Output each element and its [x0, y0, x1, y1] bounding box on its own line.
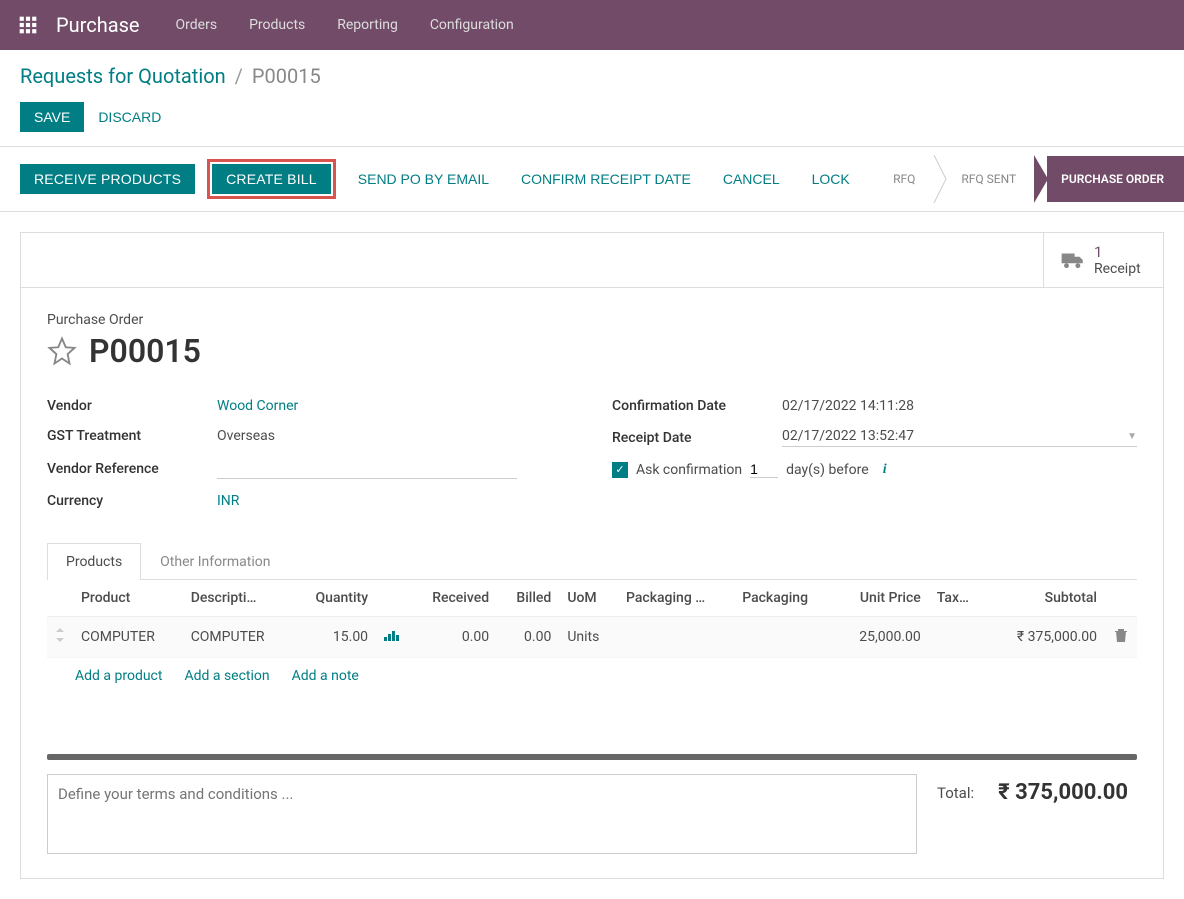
receipt-date-label: Receipt Date	[612, 430, 782, 446]
cancel-button[interactable]: CANCEL	[713, 164, 790, 194]
th-packaging[interactable]: Packaging	[734, 580, 834, 617]
gst-value[interactable]: Overseas	[217, 428, 572, 444]
gst-label: GST Treatment	[47, 428, 217, 444]
days-input[interactable]	[750, 461, 778, 478]
forecast-icon[interactable]	[376, 617, 408, 658]
breadcrumb-current: P00015	[252, 64, 321, 88]
discard-button[interactable]: DISCARD	[98, 109, 161, 125]
th-packaging-qty[interactable]: Packaging …	[618, 580, 734, 617]
receipt-label: Receipt	[1094, 261, 1141, 277]
th-uom[interactable]: UoM	[559, 580, 618, 617]
info-icon[interactable]: i	[877, 462, 893, 478]
vendor-value[interactable]: Wood Corner	[217, 398, 572, 414]
chevron-icon	[933, 155, 947, 203]
add-product-link[interactable]: Add a product	[75, 668, 162, 684]
cell-billed[interactable]: 0.00	[497, 617, 559, 658]
terms-input[interactable]	[47, 774, 917, 854]
save-button[interactable]: SAVE	[20, 102, 84, 132]
cell-pkg-qty[interactable]	[618, 617, 734, 658]
days-suffix: day(s) before	[786, 462, 869, 478]
th-received[interactable]: Received	[408, 580, 497, 617]
cell-subtotal: ₹ 375,000.00	[988, 617, 1105, 658]
cell-uom[interactable]: Units	[559, 617, 618, 658]
breadcrumb: Requests for Quotation / P00015	[0, 50, 1184, 96]
currency-value[interactable]: INR	[217, 493, 572, 509]
create-bill-button[interactable]: CREATE BILL	[212, 164, 331, 194]
form-sheet: 1 Receipt Purchase Order P00015 Vendor W…	[20, 232, 1164, 879]
cell-description[interactable]: COMPUTER	[183, 617, 293, 658]
th-taxes[interactable]: Tax…	[929, 580, 988, 617]
ask-confirmation-label: Ask confirmation	[636, 462, 742, 478]
cell-quantity[interactable]: 15.00	[292, 617, 376, 658]
currency-label: Currency	[47, 493, 217, 509]
status-purchase-order[interactable]: PURCHASE ORDER	[1047, 156, 1184, 202]
th-description[interactable]: Descripti…	[183, 580, 293, 617]
th-unit-price[interactable]: Unit Price	[834, 580, 929, 617]
status-rfq[interactable]: RFQ	[879, 156, 933, 202]
cell-product[interactable]: COMPUTER	[73, 617, 183, 658]
cell-unit-price[interactable]: 25,000.00	[834, 617, 929, 658]
truck-icon	[1060, 250, 1086, 270]
apps-icon[interactable]	[16, 13, 40, 37]
save-bar: SAVE DISCARD	[0, 96, 1184, 146]
receipt-date-value[interactable]: 02/17/2022 13:52:47	[782, 428, 914, 444]
nav-products[interactable]: Products	[249, 17, 305, 33]
table-row[interactable]: COMPUTER COMPUTER 15.00 0.00 0.00 Units …	[47, 617, 1137, 658]
cell-packaging[interactable]	[734, 617, 834, 658]
receive-products-button[interactable]: RECEIVE PRODUCTS	[20, 164, 195, 194]
delete-row-icon[interactable]	[1105, 617, 1137, 658]
app-brand: Purchase	[56, 13, 140, 37]
nav-reporting[interactable]: Reporting	[337, 17, 398, 33]
th-product[interactable]: Product	[73, 580, 183, 617]
nav-configuration[interactable]: Configuration	[430, 17, 514, 33]
cell-received[interactable]: 0.00	[408, 617, 497, 658]
add-note-link[interactable]: Add a note	[292, 668, 359, 684]
top-nav: Purchase Orders Products Reporting Confi…	[0, 0, 1184, 50]
vendor-label: Vendor	[47, 398, 217, 414]
total-amount: ₹ 375,000.00	[998, 780, 1128, 805]
tab-other-information[interactable]: Other Information	[141, 543, 289, 580]
doc-type-label: Purchase Order	[47, 312, 1137, 328]
th-quantity[interactable]: Quantity	[292, 580, 376, 617]
product-table: Product Descripti… Quantity Received Bil…	[47, 580, 1137, 658]
star-icon[interactable]	[47, 336, 77, 366]
action-bar: RECEIVE PRODUCTS CREATE BILL SEND PO BY …	[0, 146, 1184, 212]
status-bar: RFQ RFQ SENT PURCHASE ORDER	[879, 147, 1184, 211]
confirmation-label: Confirmation Date	[612, 398, 782, 414]
breadcrumb-parent[interactable]: Requests for Quotation	[20, 64, 226, 88]
th-billed[interactable]: Billed	[497, 580, 559, 617]
doc-name: P00015	[89, 332, 201, 370]
vendor-ref-label: Vendor Reference	[47, 461, 217, 477]
vendor-ref-input[interactable]	[217, 458, 517, 479]
drag-handle-icon[interactable]	[47, 617, 73, 658]
lock-button[interactable]: LOCK	[802, 164, 860, 194]
total-label: Total:	[937, 784, 974, 802]
add-section-link[interactable]: Add a section	[184, 668, 269, 684]
divider	[47, 754, 1137, 760]
confirmation-value: 02/17/2022 14:11:28	[782, 398, 1137, 414]
cell-taxes[interactable]	[929, 617, 988, 658]
receipt-stat-button[interactable]: 1 Receipt	[1043, 233, 1163, 287]
send-po-button[interactable]: SEND PO BY EMAIL	[348, 164, 499, 194]
chevron-down-icon[interactable]: ▼	[1127, 431, 1137, 442]
create-bill-highlight: CREATE BILL	[207, 159, 336, 199]
breadcrumb-sep: /	[235, 64, 243, 88]
tab-products[interactable]: Products	[47, 543, 141, 580]
status-rfq-sent[interactable]: RFQ SENT	[947, 156, 1034, 202]
th-subtotal[interactable]: Subtotal	[988, 580, 1105, 617]
confirm-receipt-date-button[interactable]: CONFIRM RECEIPT DATE	[511, 164, 701, 194]
ask-confirmation-checkbox[interactable]: ✓	[612, 462, 628, 478]
chevron-icon	[1034, 155, 1048, 203]
receipt-count: 1	[1094, 243, 1141, 261]
nav-orders[interactable]: Orders	[176, 17, 218, 33]
